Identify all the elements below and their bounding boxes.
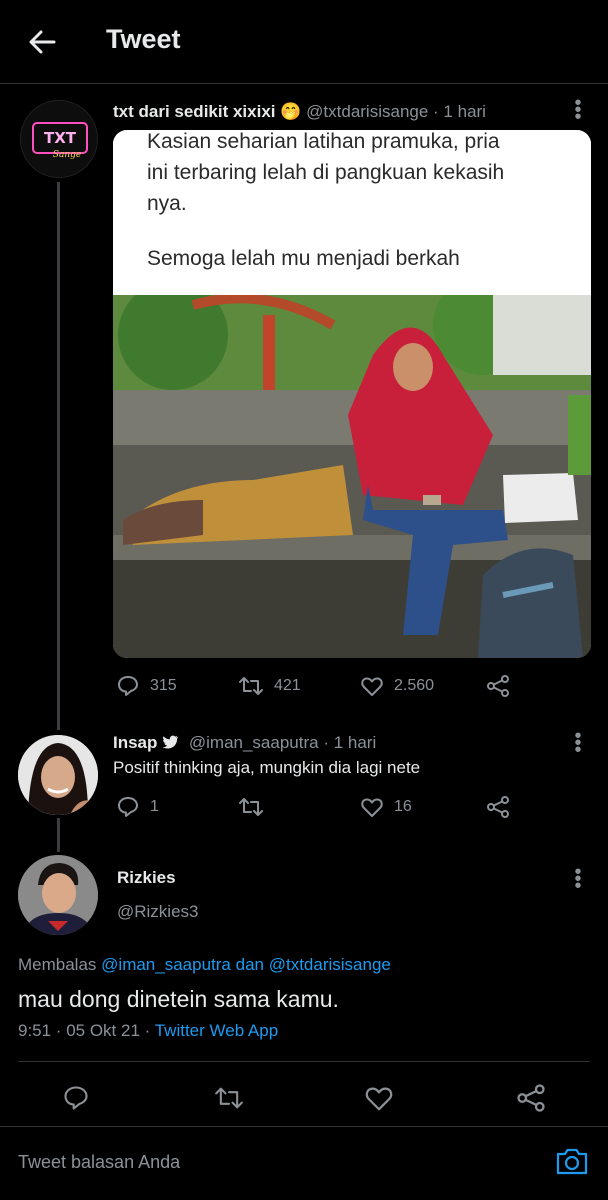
timestamp-text[interactable]: 9:51 · 05 Okt 21 · — [18, 1021, 150, 1040]
author-name[interactable]: Rizkies — [117, 868, 176, 888]
txt-logo-icon: TXT Sange — [21, 101, 97, 177]
tweet-media[interactable]: Kasian seharian latihan pramuka, pria in… — [113, 130, 591, 658]
retweet-count: 421 — [274, 677, 301, 694]
svg-text:Sange: Sange — [53, 150, 81, 160]
media-line: Semoga lelah mu menjadi berkah — [147, 247, 460, 270]
tweet-time[interactable]: · 1 hari — [323, 733, 376, 752]
mention-link[interactable]: @txtdarisisange — [269, 955, 391, 974]
like-button[interactable]: 16 — [360, 795, 486, 819]
more-options-icon[interactable]: • • • — [574, 93, 582, 127]
heart-icon — [361, 677, 383, 696]
reply-header: Insap @iman_saaputra · 1 hari — [113, 733, 376, 753]
author-handle[interactable]: @txtdarisisange — [306, 102, 428, 121]
reply-icon — [118, 676, 138, 696]
heart-icon — [361, 798, 383, 817]
reply-count: 315 — [150, 677, 177, 694]
share-icon[interactable] — [516, 1083, 546, 1113]
retweet-icon — [239, 677, 263, 695]
reply-actions: 1 16 — [116, 795, 520, 819]
share-button[interactable] — [486, 674, 520, 698]
media-photo — [113, 295, 591, 658]
client-link[interactable]: Twitter Web App — [155, 1021, 278, 1040]
thread-line — [57, 818, 60, 852]
like-button[interactable]: 2.560 — [360, 674, 486, 698]
divider — [0, 1126, 608, 1127]
share-icon — [487, 796, 509, 818]
retweet-icon — [239, 798, 263, 816]
top-bar: Tweet — [0, 0, 608, 84]
twitter-bird-icon — [162, 735, 178, 749]
emoji: 🤭 — [280, 102, 302, 121]
reply-input[interactable]: Tweet balasan Anda — [18, 1152, 180, 1173]
reply-icon — [118, 797, 138, 817]
media-line: ini terbaring lelah di pangkuan kekasih — [147, 161, 505, 184]
replying-to: Membalas @iman_saaputra dan @txtdarisisa… — [18, 955, 391, 975]
avatar[interactable]: TXT Sange — [20, 100, 98, 178]
share-button[interactable] — [486, 795, 520, 819]
more-options-icon[interactable]: • • • — [574, 726, 582, 760]
author-handle[interactable]: @Rizkies3 — [117, 902, 199, 922]
media-line: Kasian seharian latihan pramuka, pria — [147, 130, 500, 153]
reply-button[interactable]: 315 — [116, 674, 238, 698]
like-count: 16 — [394, 798, 412, 815]
thread-line — [57, 182, 60, 730]
divider — [18, 1061, 590, 1062]
mention-link[interactable]: @iman_saaputra — [101, 955, 231, 974]
camera-icon[interactable] — [555, 1145, 589, 1177]
replying-and: dan — [235, 955, 264, 974]
avatar[interactable] — [18, 855, 98, 935]
media-caption: Kasian seharian latihan pramuka, pria in… — [113, 130, 591, 295]
reply-button[interactable]: 1 — [116, 795, 238, 819]
retweet-button[interactable] — [238, 795, 360, 819]
arrow-left-icon[interactable] — [26, 26, 58, 58]
retweet-icon[interactable] — [213, 1084, 245, 1112]
tweet-header: txt dari sedikit xixixi 🤭 @txtdarisisang… — [113, 102, 486, 122]
tweet-actions: 315 421 2.560 — [116, 674, 520, 698]
avatar-photo — [18, 735, 98, 815]
author-name[interactable]: txt dari sedikit xixixi — [113, 102, 276, 121]
author-name[interactable]: Insap — [113, 733, 157, 752]
page-title: Tweet — [106, 24, 181, 54]
tweet-text: mau dong dinetein sama kamu. — [18, 986, 339, 1012]
share-icon — [487, 675, 509, 697]
heart-icon[interactable] — [364, 1083, 394, 1113]
reply-count: 1 — [150, 798, 159, 815]
reply-text: Positif thinking aja, mungkin dia lagi n… — [113, 758, 421, 777]
tweet-timestamp: 9:51 · 05 Okt 21 · Twitter Web App — [18, 1021, 278, 1041]
avatar[interactable] — [18, 735, 98, 815]
like-count: 2.560 — [394, 677, 435, 694]
media-line: nya. — [147, 192, 187, 215]
avatar-photo — [18, 855, 98, 935]
replying-prefix: Membalas — [18, 955, 97, 974]
author-handle[interactable]: @iman_saaputra — [189, 733, 319, 752]
svg-text:TXT: TXT — [44, 129, 77, 147]
reply-icon[interactable] — [62, 1084, 90, 1112]
more-options-icon[interactable]: • • • — [574, 862, 582, 896]
tweet-time[interactable]: · 1 hari — [433, 102, 486, 121]
retweet-button[interactable]: 421 — [238, 674, 360, 698]
